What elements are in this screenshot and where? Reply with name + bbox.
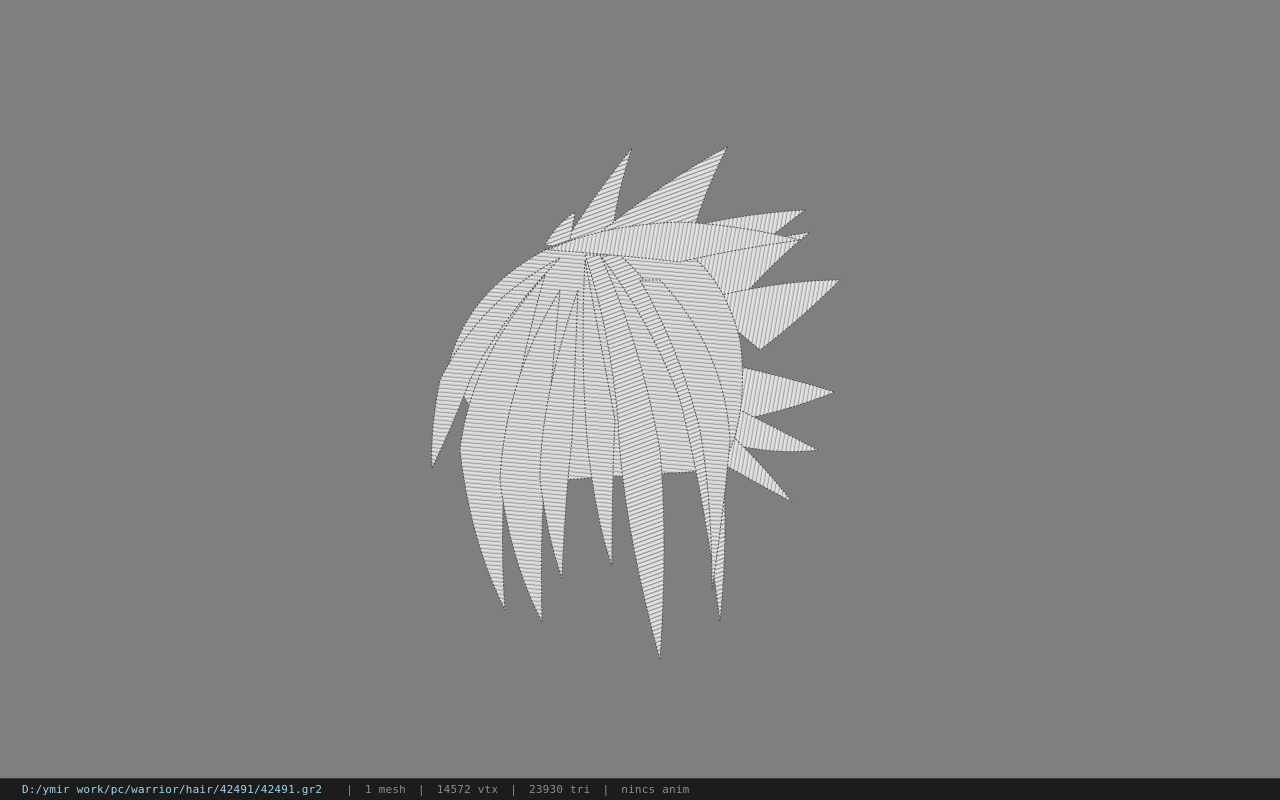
spiky-hair-mesh-icon[interactable] [0,0,1280,778]
mesh-count: 1 mesh [365,783,406,796]
file-path: D:/ymir work/pc/warrior/hair/42491/42491… [22,783,323,796]
3d-viewport[interactable] [0,0,1280,778]
triangle-count: 23930 tri [529,783,591,796]
status-bar: D:/ymir work/pc/warrior/hair/42491/42491… [0,778,1280,800]
vertex-count: 14572 vtx [436,783,499,796]
separator: | [346,783,354,796]
separator: | [417,783,425,796]
separator: | [510,783,518,796]
animation-status: nincs anim [621,783,690,796]
separator: | [602,783,610,796]
